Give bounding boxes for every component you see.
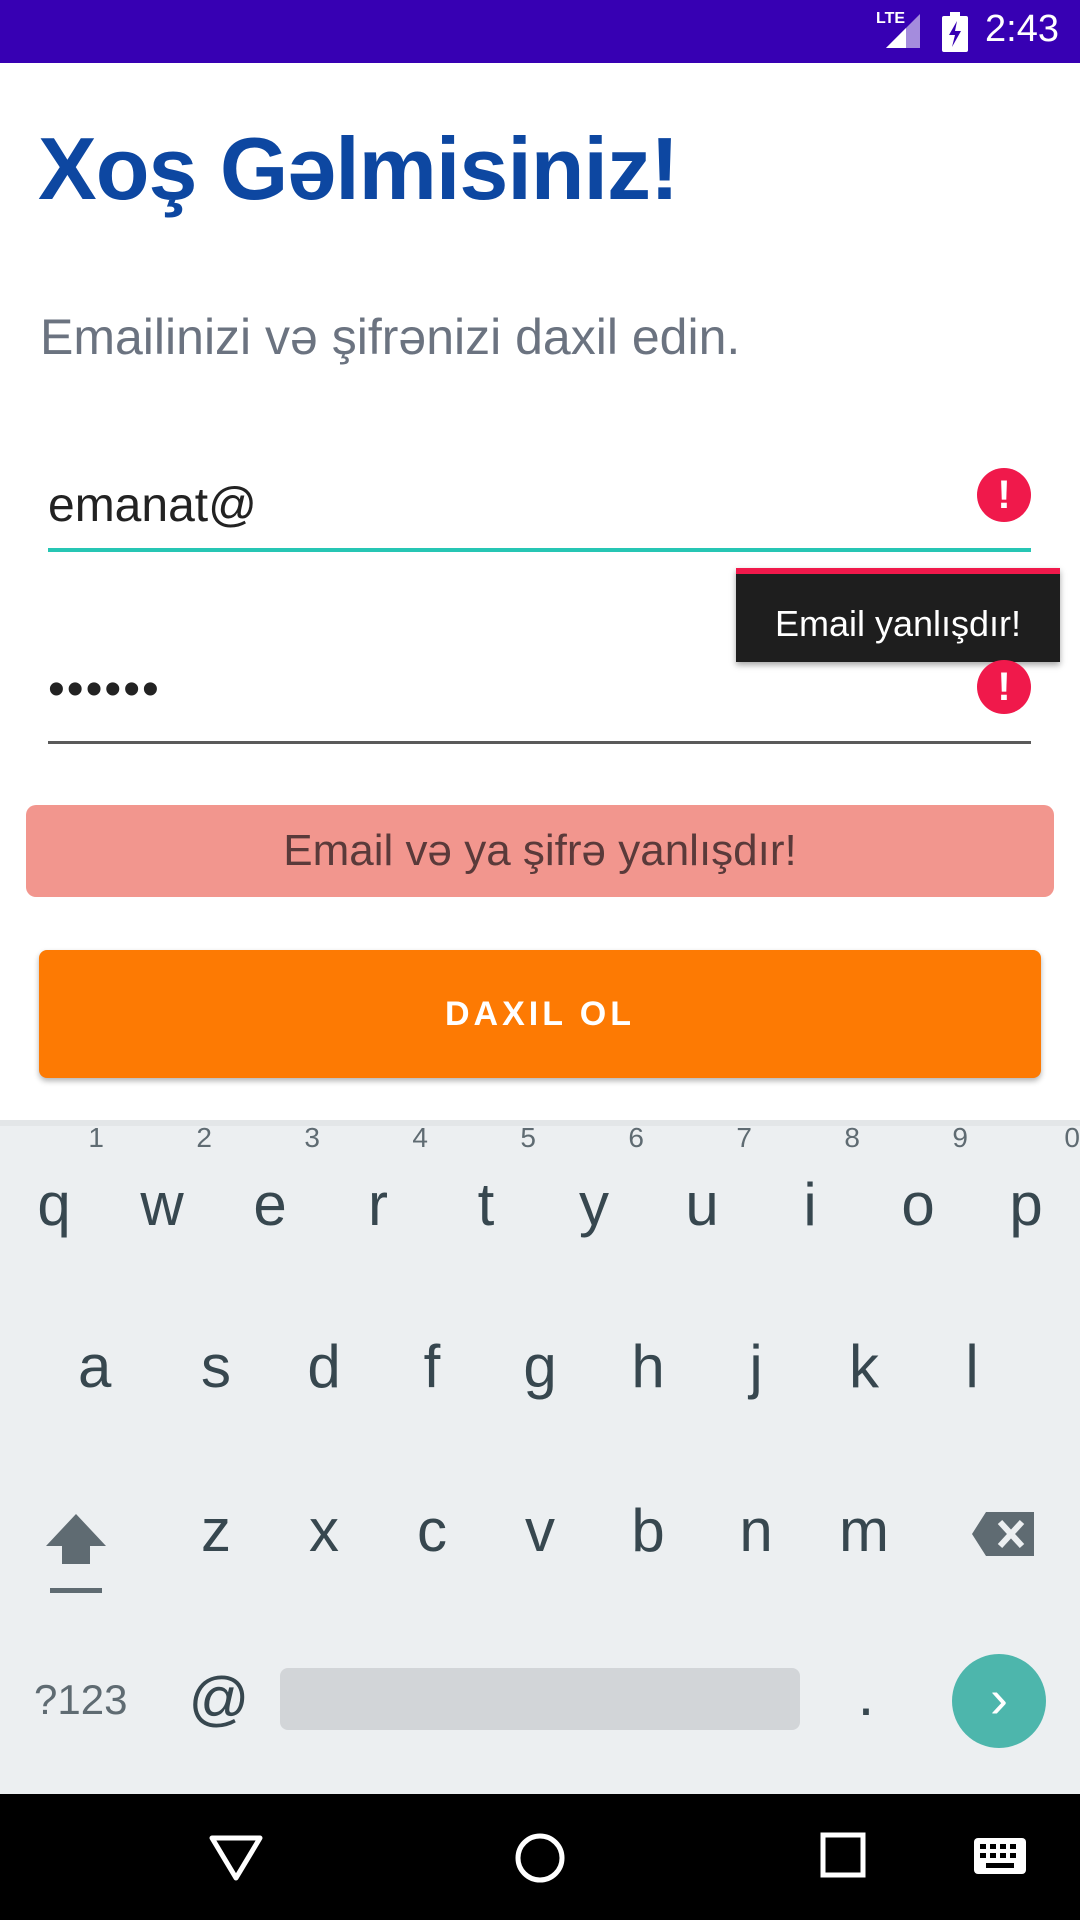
password-field[interactable]: •••••• ! (48, 660, 1031, 744)
key-j[interactable]: j (726, 1332, 786, 1401)
key-t[interactable]: t5 (456, 1122, 536, 1239)
key-hint: 2 (196, 1122, 212, 1153)
password-input-value[interactable]: •••••• (48, 662, 161, 717)
key-o[interactable]: o9 (888, 1122, 968, 1239)
status-bar: LTE 2:43 (0, 0, 1080, 63)
backspace-icon[interactable] (972, 1510, 1036, 1558)
key-e[interactable]: e3 (240, 1122, 320, 1239)
key-hint: 9 (952, 1122, 968, 1153)
key-f[interactable]: f (402, 1332, 462, 1401)
key-m[interactable]: m (834, 1496, 894, 1565)
key-z[interactable]: z (186, 1496, 246, 1565)
symbols-key[interactable]: ?123 (34, 1676, 127, 1724)
period-key[interactable]: . (846, 1660, 886, 1729)
key-hint: 4 (412, 1122, 428, 1153)
key-hint: 6 (628, 1122, 644, 1153)
password-error-icon[interactable]: ! (977, 660, 1031, 714)
key-r[interactable]: r4 (348, 1122, 428, 1239)
key-w[interactable]: w2 (132, 1122, 212, 1239)
login-screen: LTE 2:43 Xoş Gəlmisiniz! Emailinizi və ş… (0, 0, 1080, 1920)
key-x[interactable]: x (294, 1496, 354, 1565)
key-l[interactable]: l (942, 1332, 1002, 1401)
key-v[interactable]: v (510, 1496, 570, 1565)
email-error-icon[interactable]: ! (977, 468, 1031, 522)
key-u[interactable]: u7 (672, 1122, 752, 1239)
key-k[interactable]: k (834, 1332, 894, 1401)
error-banner: Email və ya şifrə yanlışdır! (26, 805, 1054, 897)
at-key[interactable]: @ (184, 1664, 254, 1733)
key-a[interactable]: a (78, 1332, 111, 1401)
email-input-value[interactable]: emanat@ (48, 478, 257, 533)
key-hint: 8 (844, 1122, 860, 1153)
status-time: 2:43 (985, 8, 1059, 50)
key-hint: 0 (1064, 1122, 1080, 1153)
key-i[interactable]: i8 (780, 1122, 860, 1239)
key-y[interactable]: y6 (564, 1122, 644, 1239)
key-g[interactable]: g (510, 1332, 570, 1401)
key-p[interactable]: p0 (996, 1122, 1080, 1239)
shift-icon[interactable] (44, 1510, 108, 1594)
email-error-tooltip: Email yanlışdır! (736, 568, 1060, 662)
email-underline (48, 548, 1031, 552)
key-q[interactable]: q1 (24, 1122, 104, 1239)
email-field[interactable]: emanat@ ! (48, 468, 1031, 552)
key-d[interactable]: d (294, 1332, 354, 1401)
key-h[interactable]: h (618, 1332, 678, 1401)
home-icon[interactable] (512, 1830, 568, 1886)
password-underline (48, 741, 1031, 744)
navigation-bar (0, 1794, 1080, 1920)
page-subtitle: Emailinizi və şifrənizi daxil edin. (40, 309, 741, 365)
go-button[interactable]: › (952, 1654, 1046, 1748)
login-button[interactable]: DAXIL OL (39, 950, 1041, 1078)
key-c[interactable]: c (402, 1496, 462, 1565)
key-hint: 5 (520, 1122, 536, 1153)
signal-icon (886, 14, 920, 48)
key-hint: 3 (304, 1122, 320, 1153)
key-b[interactable]: b (618, 1496, 678, 1565)
keyboard-top-edge (0, 1120, 1080, 1126)
key-s[interactable]: s (186, 1332, 246, 1401)
keyboard-icon[interactable] (972, 1836, 1028, 1876)
key-hint: 7 (736, 1122, 752, 1153)
chevron-right-icon: › (990, 1669, 1008, 1729)
key-hint: 1 (88, 1122, 104, 1153)
space-bar[interactable] (280, 1668, 800, 1730)
soft-keyboard: q1 w2 e3 r4 t5 y6 u7 i8 o9 p0 a s d f g … (0, 1120, 1080, 1794)
battery-charging-icon (942, 12, 968, 52)
page-title: Xoş Gəlmisiniz! (38, 119, 679, 218)
key-n[interactable]: n (726, 1496, 786, 1565)
back-icon[interactable] (208, 1834, 264, 1882)
recents-icon[interactable] (820, 1832, 866, 1878)
